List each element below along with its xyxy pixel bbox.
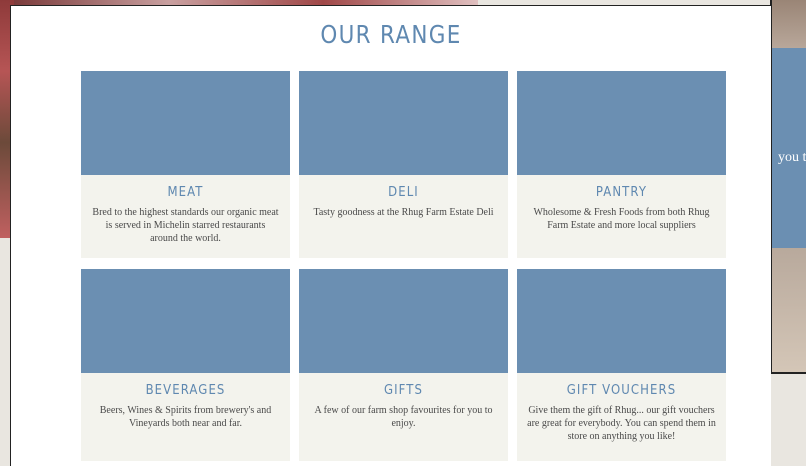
range-card-gift-vouchers[interactable]: GIFT VOUCHERS Give them the gift of Rhug…	[517, 269, 726, 461]
section-title: OUR RANGE	[320, 20, 462, 49]
card-title[interactable]: PANTRY	[527, 185, 715, 200]
range-card-beverages[interactable]: BEVERAGES Beers, Wines & Spirits from br…	[81, 269, 290, 461]
card-description: Tasty goodness at the Rhug Farm Estate D…	[313, 207, 494, 218]
card-description: Bred to the highest standards our organi…	[92, 207, 279, 244]
card-image[interactable]	[299, 71, 508, 175]
card-image[interactable]	[517, 71, 726, 175]
range-card-pantry[interactable]: PANTRY Wholesome & Fresh Foods from both…	[517, 71, 726, 258]
card-title[interactable]: DELI	[309, 185, 497, 200]
background-panel-right: you t	[770, 0, 806, 374]
range-card-deli[interactable]: DELI Tasty goodness at the Rhug Farm Est…	[299, 71, 508, 258]
card-title[interactable]: GIFT VOUCHERS	[527, 383, 715, 398]
card-title[interactable]: BEVERAGES	[91, 383, 279, 398]
card-description: A few of our farm shop favourites for yo…	[314, 405, 493, 429]
background-texture-bottom	[772, 248, 806, 372]
our-range-panel: OUR RANGE MEAT Bred to the highest stand…	[10, 5, 771, 466]
card-image[interactable]	[299, 269, 508, 373]
card-image[interactable]	[81, 269, 290, 373]
range-card-meat[interactable]: MEAT Bred to the highest standards our o…	[81, 71, 290, 258]
card-description: Wholesome & Fresh Foods from both Rhug F…	[533, 207, 710, 231]
card-description: Give them the gift of Rhug... our gift v…	[527, 405, 716, 442]
card-title[interactable]: GIFTS	[309, 383, 497, 398]
range-card-gifts[interactable]: GIFTS A few of our farm shop favourites …	[299, 269, 508, 461]
card-title[interactable]: MEAT	[91, 185, 279, 200]
background-texture-top	[772, 0, 806, 48]
card-description: Beers, Wines & Spirits from brewery's an…	[99, 405, 272, 429]
card-image[interactable]	[517, 269, 726, 373]
card-image[interactable]	[81, 71, 290, 175]
background-peek-text: you t	[778, 150, 806, 165]
